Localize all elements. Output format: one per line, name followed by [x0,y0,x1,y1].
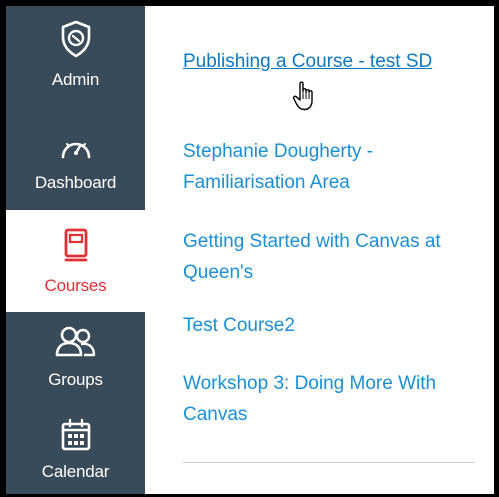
nav-label-calendar: Calendar [41,462,110,481]
calendar-icon [6,416,145,454]
hand-pointer-icon [292,80,318,112]
dashboard-gauge-icon [6,130,145,164]
nav-item-dashboard[interactable]: Dashboard [6,100,145,210]
courses-tray: Publishing a Course - test SD Stephanie … [145,6,494,494]
course-link-getting-started[interactable]: Getting Started with Canvas at Queen's [183,226,483,288]
nav-label-groups: Groups [48,370,103,389]
nav-label-dashboard: Dashboard [34,173,117,192]
nav-item-admin[interactable]: Admin [6,6,145,100]
nav-item-groups[interactable]: Groups [6,312,145,410]
admin-shield-icon [6,20,145,58]
course-link-workshop-3[interactable]: Workshop 3: Doing More With Canvas [183,368,483,430]
course-link-familiarisation[interactable]: Stephanie Dougherty - Familiarisation Ar… [183,136,483,198]
nav-item-courses[interactable]: Courses [6,210,145,312]
courses-book-icon [6,226,145,266]
global-nav: Admin Dashboard Courses Groups Calendar [6,6,145,494]
nav-label-courses: Courses [44,276,107,295]
app-frame: Admin Dashboard Courses Groups Calendar … [6,6,494,494]
course-link-publishing[interactable]: Publishing a Course - test SD [183,46,483,77]
nav-item-calendar[interactable]: Calendar [6,410,145,494]
nav-label-admin: Admin [51,70,100,89]
tray-divider [183,462,475,463]
course-link-test-course2[interactable]: Test Course2 [183,310,483,341]
groups-people-icon [6,322,145,360]
